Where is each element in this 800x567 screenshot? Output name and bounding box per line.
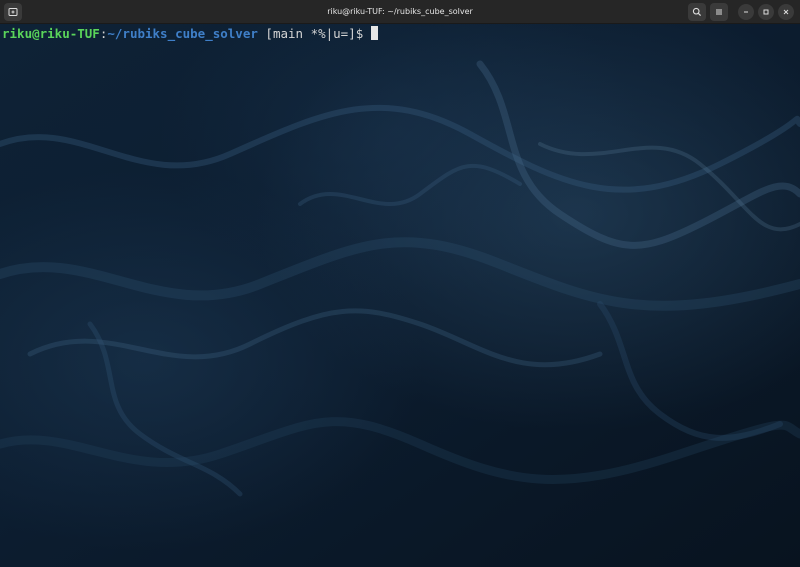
prompt-git-status: [main *%|u=] [257,26,356,41]
window-title: riku@riku-TUF: ~/rubiks_cube_solver [327,7,473,16]
title-bar[interactable]: riku@riku-TUF: ~/rubiks_cube_solver [0,0,800,24]
maximize-button[interactable] [758,4,774,20]
prompt-user-host: riku@riku-TUF [2,26,100,41]
minimize-button[interactable] [738,4,754,20]
terminal-window: riku@riku-TUF: ~/rubiks_cube_solver riku… [0,0,800,567]
prompt-symbol: $ [355,26,371,41]
terminal-background [0,24,800,567]
title-bar-controls [688,3,794,21]
terminal-area[interactable]: riku@riku-TUF:~/rubiks_cube_solver [main… [0,24,800,567]
maximize-icon [762,8,770,16]
close-button[interactable] [778,4,794,20]
prompt-path: ~/rubiks_cube_solver [107,26,258,41]
menu-button[interactable] [710,3,728,21]
minimize-icon [742,8,750,16]
menu-icon [714,7,724,17]
search-icon [692,7,702,17]
terminal-cursor [370,26,378,40]
prompt-line: riku@riku-TUF:~/rubiks_cube_solver [main… [2,26,378,42]
close-icon [782,8,790,16]
search-button[interactable] [688,3,706,21]
